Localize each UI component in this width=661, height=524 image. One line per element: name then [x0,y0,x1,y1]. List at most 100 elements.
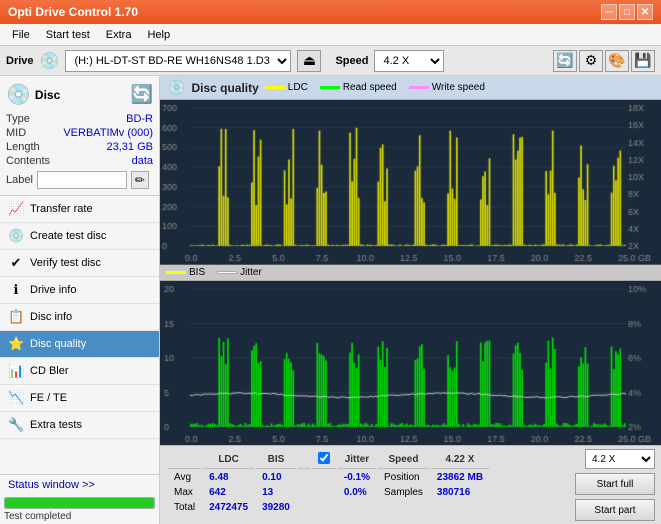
legend-ldc: LDC [265,82,308,93]
col-header-ldc: LDC [203,451,254,469]
length-key: Length [6,141,40,153]
sidebar-item-drive-info[interactable]: ℹ Drive info [0,277,159,304]
samples-val: 380716 [431,486,489,499]
sidebar-nav: 📈 Transfer rate 💿 Create test disc ✔ Ver… [0,196,159,474]
sidebar-item-disc-info[interactable]: 📋 Disc info [0,304,159,331]
disc-contents-row: Contents data [6,155,153,167]
fe-te-icon: 📉 [8,390,24,406]
save-icon[interactable]: 💾 [631,50,655,72]
close-button[interactable]: ✕ [637,4,653,20]
type-val: BD-R [126,113,153,125]
start-full-button[interactable]: Start full [575,473,655,495]
legend-bis-label: BIS [189,267,205,278]
sidebar-item-label: Extra tests [30,419,82,431]
jitter-checkbox[interactable] [318,452,330,464]
sidebar-item-label: FE / TE [30,392,67,404]
chart-legend-top: LDC Read speed Write speed [265,82,485,93]
extra-tests-icon: 🔧 [8,417,24,433]
mid-key: MID [6,127,26,139]
main-layout: 💿 Disc 🔄 Type BD-R MID VERBATIMv (000) L… [0,76,661,524]
col-header-spacer [298,451,310,469]
avg-jitter: -0.1% [338,471,376,484]
menu-start-test[interactable]: Start test [38,27,98,43]
sidebar-item-verify-test-disc[interactable]: ✔ Verify test disc [0,250,159,277]
drive-info-icon: ℹ [8,282,24,298]
speed-dropdown[interactable]: 4.2 X [585,449,655,469]
progress-bar [4,497,155,509]
samples-label: Samples [378,486,429,499]
chart-bottom-legend: BIS Jitter [160,265,661,281]
sidebar-item-label: Disc quality [30,338,86,350]
legend-jitter: Jitter [217,267,262,278]
sidebar-item-extra-tests[interactable]: 🔧 Extra tests [0,412,159,439]
drive-label: Drive [6,55,34,67]
toolbar-icons: 🔄 ⚙ 🎨 💾 [553,50,655,72]
sidebar-item-cd-bler[interactable]: 📊 CD Bler [0,358,159,385]
stats-footer: LDC BIS Jitter Speed 4.22 X Avg 6.48 0.1… [160,445,661,524]
legend-read-speed-label: Read speed [343,82,397,93]
drive-select[interactable]: (H:) HL-DT-ST BD-RE WH16NS48 1.D3 [65,50,291,72]
legend-jitter-label: Jitter [240,267,262,278]
sidebar-item-fe-te[interactable]: 📉 FE / TE [0,385,159,412]
col-header-speed-val: 4.22 X [431,451,489,469]
col-header-empty [168,451,201,469]
legend-write-speed-label: Write speed [432,82,485,93]
maximize-button[interactable]: □ [619,4,635,20]
total-ldc: 2472475 [203,501,254,514]
col-header-jitter-check [312,451,336,469]
col-header-jitter: Jitter [338,451,376,469]
disc-icon: 💿 [6,82,31,107]
charts-container: BIS Jitter [160,100,661,445]
sidebar-item-create-test-disc[interactable]: 💿 Create test disc [0,223,159,250]
legend-bis-color [166,271,186,274]
contents-val: data [132,155,153,167]
settings-icon[interactable]: ⚙ [579,50,603,72]
sidebar-item-transfer-rate[interactable]: 📈 Transfer rate [0,196,159,223]
length-val: 23,31 GB [107,141,153,153]
label-input[interactable] [37,171,127,189]
disc-mid-row: MID VERBATIMv (000) [6,127,153,139]
disc-quality-header-icon: 💿 [168,79,185,96]
stats-max-row: Max 642 13 0.0% Samples 380716 [168,486,489,499]
avg-ldc: 6.48 [203,471,254,484]
start-part-button[interactable]: Start part [575,499,655,521]
legend-ldc-color [265,86,285,89]
minimize-button[interactable]: ─ [601,4,617,20]
menu-file[interactable]: File [4,27,38,43]
total-bis: 39280 [256,501,296,514]
total-label: Total [168,501,201,514]
color-icon[interactable]: 🎨 [605,50,629,72]
disc-section-title: Disc [35,88,60,102]
speed-select[interactable]: 4.2 X [374,50,444,72]
disc-quality-icon: ⭐ [8,336,24,352]
disc-refresh-icon[interactable]: 🔄 [131,84,153,105]
legend-write-speed: Write speed [409,82,485,93]
stats-avg-row: Avg 6.48 0.10 -0.1% Position 23862 MB [168,471,489,484]
disc-info-icon: 📋 [8,309,24,325]
disc-label-row: Label ✏ [6,171,153,189]
right-controls: 4.2 X Start full Start part [575,449,655,521]
chart-ldc [160,100,661,265]
status-window-button[interactable]: Status window >> [0,474,159,495]
col-header-bis: BIS [256,451,296,469]
sidebar-item-disc-quality[interactable]: ⭐ Disc quality [0,331,159,358]
legend-read-speed: Read speed [320,82,397,93]
stats-total-row: Total 2472475 39280 [168,501,489,514]
app-title: Opti Drive Control 1.70 [8,5,601,19]
disc-length-row: Length 23,31 GB [6,141,153,153]
col-header-speed-label: Speed [378,451,429,469]
drive-icon: 💿 [40,51,60,71]
menu-extra[interactable]: Extra [98,27,140,43]
label-edit-button[interactable]: ✏ [131,171,149,189]
eject-button[interactable]: ⏏ [297,50,321,72]
refresh-icon[interactable]: 🔄 [553,50,577,72]
content-title: Disc quality [191,81,258,95]
sidebar-item-label: CD Bler [30,365,69,377]
status-section: Status window >> Test completed [0,474,159,524]
label-key: Label [6,174,33,186]
legend-jitter-color [217,271,237,274]
avg-label: Avg [168,471,201,484]
sidebar-item-label: Transfer rate [30,203,93,215]
legend-write-speed-color [409,86,429,89]
menu-help[interactable]: Help [139,27,178,43]
